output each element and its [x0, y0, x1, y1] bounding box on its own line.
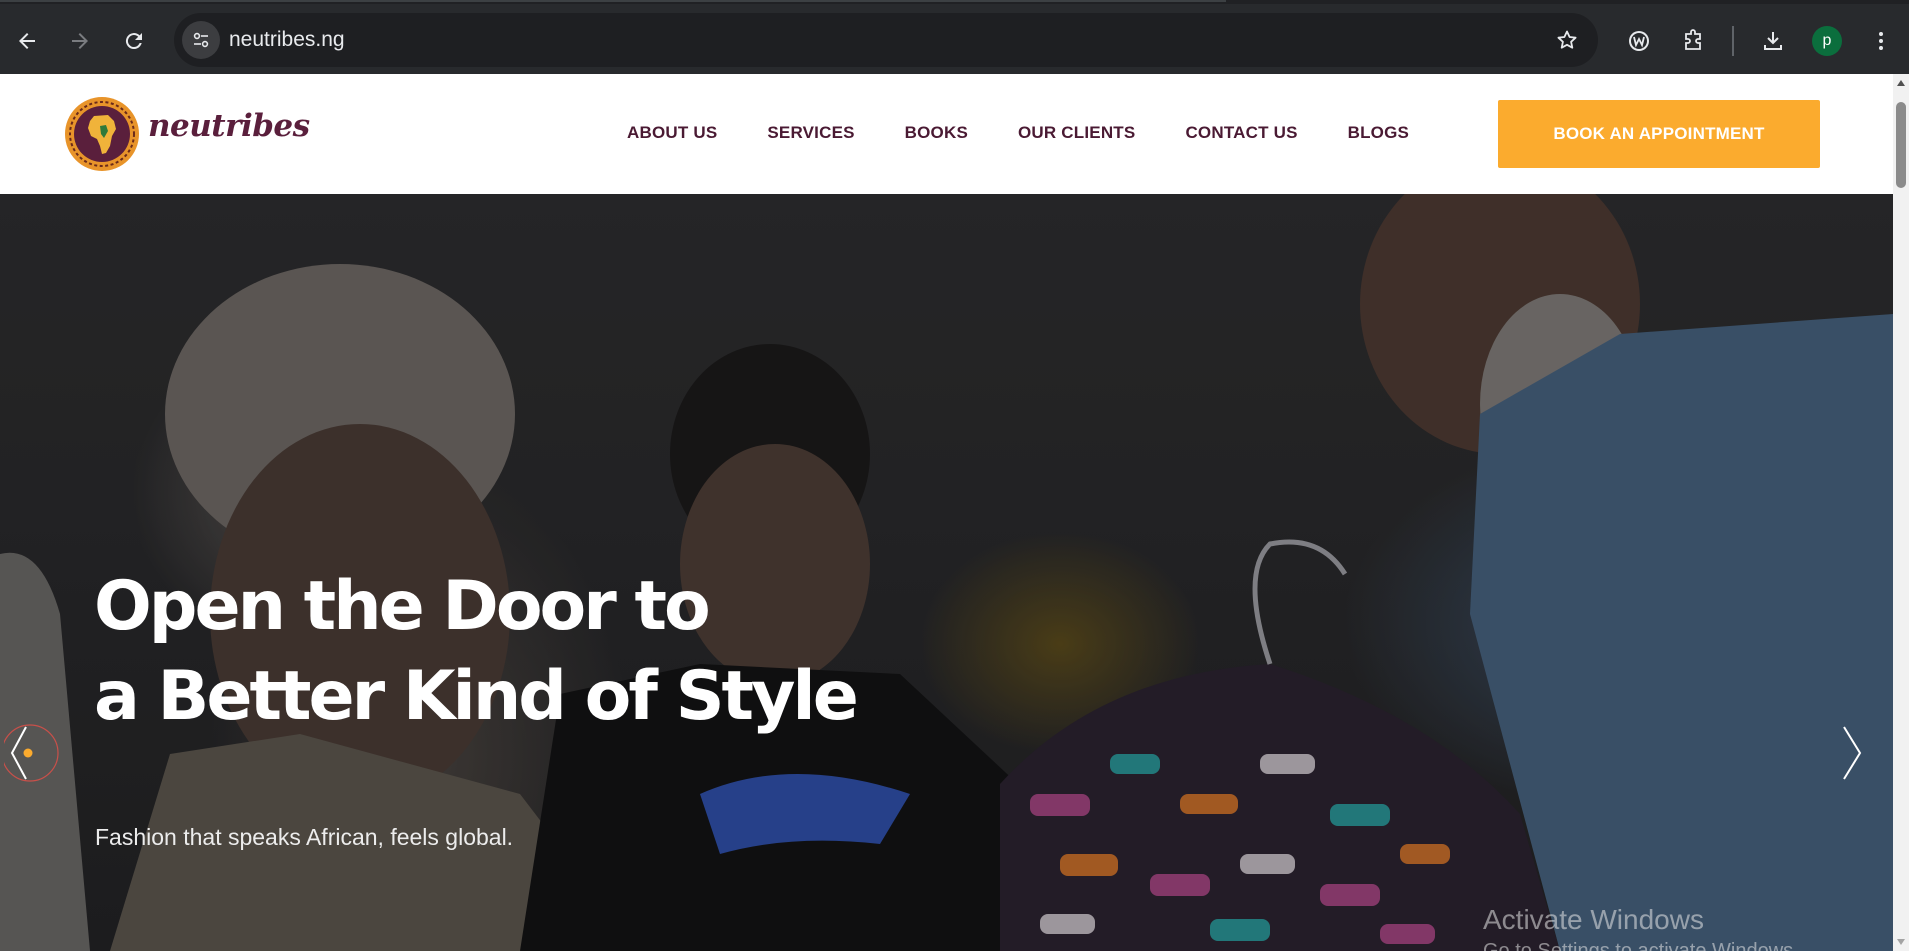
activate-windows-watermark: Activate Windows Go to Settings to activ…	[1483, 904, 1799, 951]
extension-w-icon	[1629, 31, 1649, 51]
site-header: neutribes ABOUT US SERVICES BOOKS OUR CL…	[0, 74, 1893, 194]
nav-contact-us[interactable]: CONTACT US	[1185, 123, 1297, 143]
nav-books[interactable]: BOOKS	[905, 123, 968, 143]
main-navigation: ABOUT US SERVICES BOOKS OUR CLIENTS CONT…	[627, 123, 1409, 143]
browser-toolbar: neutribes.ng p	[0, 4, 1909, 74]
watermark-subtitle: Go to Settings to activate Windows.	[1483, 940, 1799, 951]
nav-our-clients[interactable]: OUR CLIENTS	[1018, 123, 1135, 143]
page-scrollbar[interactable]	[1893, 74, 1909, 951]
slider-next-arrow-icon[interactable]	[1834, 713, 1874, 793]
slider-prev-arrow-icon[interactable]	[4, 713, 64, 793]
reload-icon	[125, 33, 142, 50]
forward-button[interactable]	[60, 21, 100, 61]
site-info-button[interactable]	[182, 21, 220, 59]
page-viewport: neutribes ABOUT US SERVICES BOOKS OUR CL…	[0, 74, 1893, 951]
download-icon	[1764, 32, 1782, 50]
logo-wordmark[interactable]: neutribes	[148, 108, 310, 144]
watermark-title: Activate Windows	[1483, 904, 1704, 935]
scroll-down-arrow-icon[interactable]	[1897, 939, 1905, 945]
hero-subtitle: Fashion that speaks African, feels globa…	[95, 824, 514, 850]
browser-menu-button[interactable]	[1863, 23, 1899, 59]
url-text[interactable]: neutribes.ng	[229, 28, 345, 52]
scrollbar-thumb[interactable]	[1896, 102, 1906, 188]
extensions-button[interactable]	[1675, 23, 1711, 59]
site-info-icon	[193, 32, 209, 48]
active-tab-edge	[0, 0, 1226, 2]
hero-title: Open the Door to a Better Kind of Style	[94, 562, 859, 742]
book-appointment-button[interactable]: BOOK AN APPOINTMENT	[1498, 100, 1820, 168]
forward-icon	[72, 33, 88, 49]
hero-title-line-2: a Better Kind of Style	[94, 657, 859, 736]
nav-services[interactable]: SERVICES	[767, 123, 854, 143]
hero-slider: Open the Door to a Better Kind of Style …	[0, 194, 1893, 951]
reload-button[interactable]	[114, 21, 154, 61]
extension-w-button[interactable]	[1621, 23, 1657, 59]
star-icon	[1557, 30, 1577, 49]
menu-dots-icon	[1879, 32, 1883, 50]
nav-about-us[interactable]: ABOUT US	[627, 123, 717, 143]
neutribes-logo-icon[interactable]	[64, 96, 140, 172]
toolbar-divider	[1732, 26, 1734, 56]
bookmark-star-button[interactable]	[1552, 25, 1582, 55]
back-icon	[19, 33, 35, 49]
extensions-puzzle-icon	[1685, 29, 1701, 50]
downloads-button[interactable]	[1755, 23, 1791, 59]
hero-title-line-1: Open the Door to	[94, 567, 711, 646]
profile-avatar[interactable]: p	[1812, 26, 1842, 56]
back-button[interactable]	[7, 21, 47, 61]
address-bar[interactable]: neutribes.ng	[174, 13, 1598, 67]
nav-blogs[interactable]: BLOGS	[1348, 123, 1409, 143]
scroll-up-arrow-icon[interactable]	[1897, 80, 1905, 86]
